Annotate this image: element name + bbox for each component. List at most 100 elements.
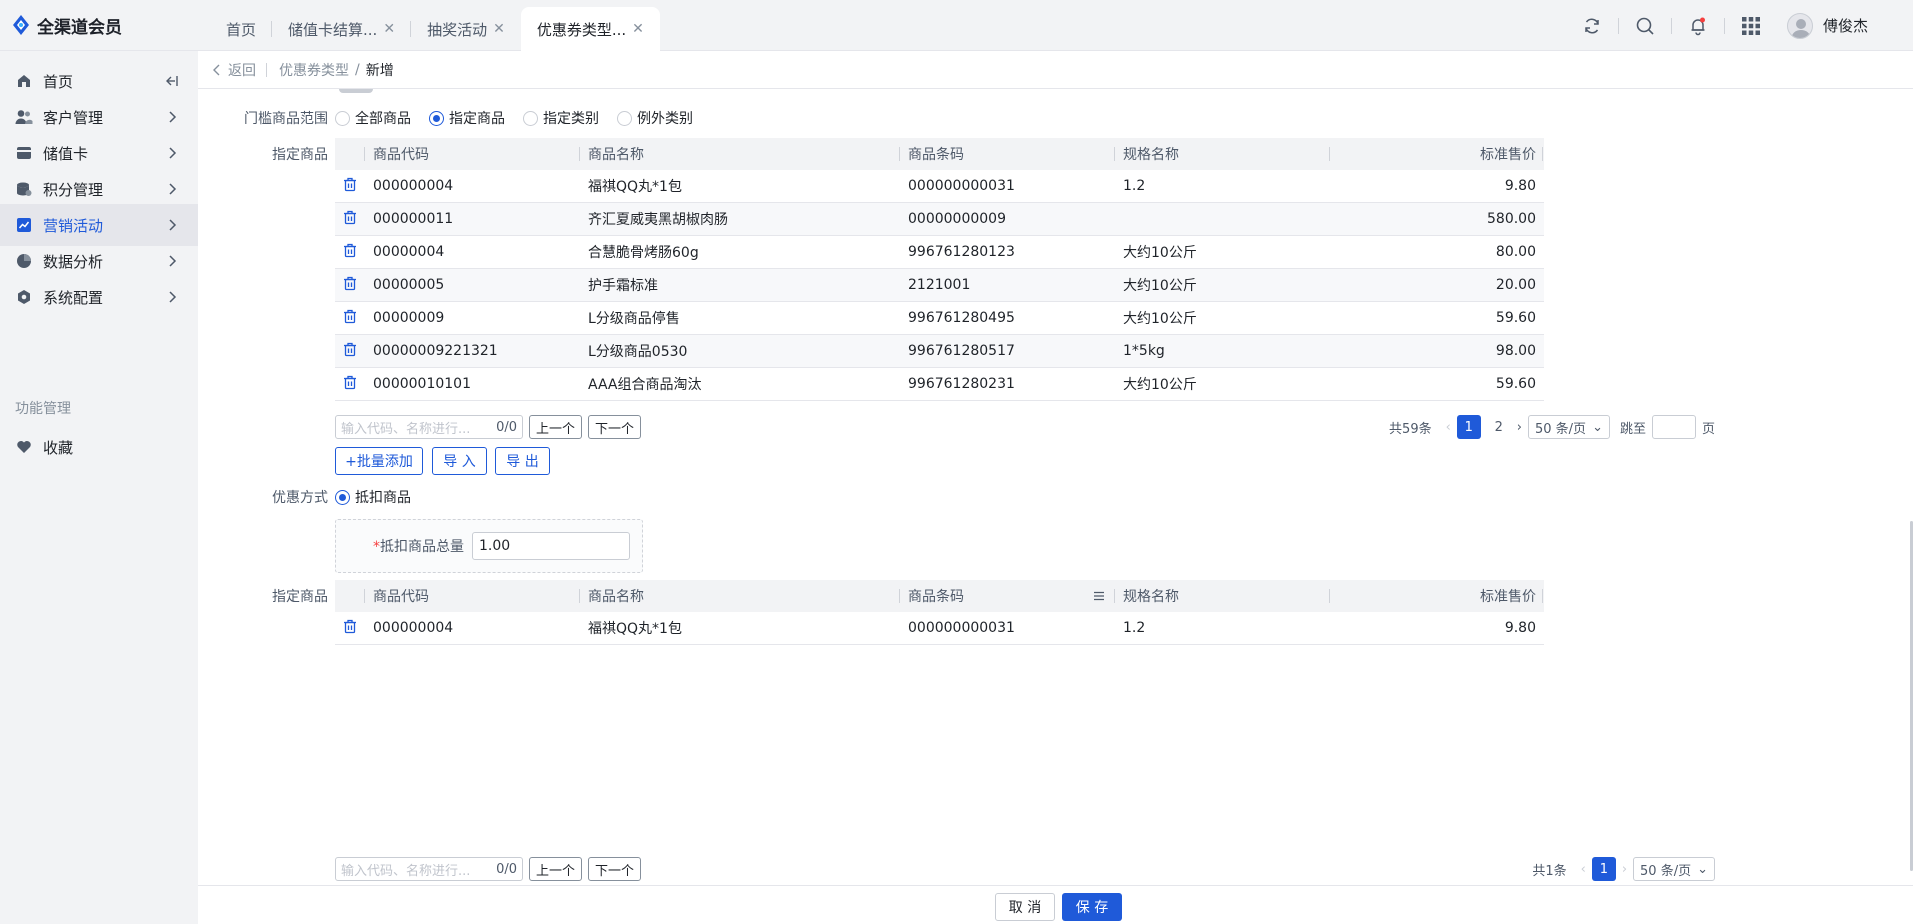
total-count: 共59条: [1389, 421, 1432, 437]
cell-name: L分级商品停售: [588, 311, 680, 327]
next-match-button[interactable]: 下一个: [588, 857, 642, 881]
sidebar-item-system-config[interactable]: 系统配置: [0, 276, 198, 318]
radio-excluded-category[interactable]: 例外类别: [617, 108, 693, 128]
breadcrumb-parent[interactable]: 优惠券类型: [279, 60, 349, 80]
collapse-sidebar-icon[interactable]: [164, 73, 180, 89]
cell-spec: 1.2: [1123, 178, 1146, 194]
apps-grid-icon[interactable]: [1725, 0, 1777, 51]
chevron-right-icon: [169, 219, 177, 231]
jump-input[interactable]: [1651, 415, 1696, 439]
cancel-button[interactable]: 取 消: [995, 893, 1055, 921]
cell-barcode: 996761280123: [908, 244, 1015, 260]
import-button[interactable]: 导 入: [432, 447, 487, 475]
col-header-price[interactable]: 标准售价: [1330, 586, 1544, 606]
chevron-right-icon: [169, 111, 177, 123]
col-header-price[interactable]: 标准售价: [1330, 144, 1544, 164]
deduct-settings-box: *抵扣商品总量 1.00: [335, 519, 643, 573]
col-header-barcode[interactable]: 商品条码: [900, 586, 1115, 606]
next-match-button[interactable]: 下一个: [588, 415, 642, 439]
page-size-select[interactable]: 50 条/页 ⌄: [1633, 857, 1715, 881]
close-icon[interactable]: ✕: [493, 21, 505, 37]
cell-spec: 1.2: [1123, 620, 1146, 636]
back-label: 返回: [228, 62, 256, 79]
delete-icon[interactable]: [343, 243, 357, 262]
deduct-qty-input[interactable]: 1.00: [472, 532, 630, 560]
radio-deduct-products[interactable]: 抵扣商品: [335, 487, 411, 507]
heart-icon: [15, 438, 33, 456]
search-placeholder: 输入代码、名称进行...: [341, 863, 471, 879]
radio-specified-category[interactable]: 指定类别: [523, 108, 599, 128]
cell-name: 合慧脆骨烤肠60g: [588, 245, 699, 261]
cell-barcode: 000000000031: [908, 620, 1015, 636]
products-table: 商品代码 商品名称 商品条码 规格名称 标准售价 000000004 福祺QQ丸*…: [335, 138, 1544, 401]
cell-price: 9.80: [1504, 178, 1536, 194]
delete-icon[interactable]: [343, 177, 357, 196]
delete-icon[interactable]: [343, 619, 357, 638]
col-header-spec[interactable]: 规格名称: [1115, 144, 1330, 164]
cell-spec: 1*5kg: [1123, 343, 1165, 359]
tab-label: 优惠券类型...: [536, 20, 627, 39]
close-icon[interactable]: ✕: [632, 21, 644, 37]
export-button[interactable]: 导 出: [495, 447, 550, 475]
col-header-spec[interactable]: 规格名称: [1115, 586, 1330, 606]
col-header-barcode[interactable]: 商品条码: [900, 144, 1115, 164]
tab-coupon-type[interactable]: 优惠券类型... ✕: [520, 7, 660, 51]
col-header-code[interactable]: 商品代码: [365, 144, 580, 164]
cell-barcode: 996761280231: [908, 376, 1015, 392]
radio-all-products[interactable]: 全部商品: [335, 108, 411, 128]
col-header-code[interactable]: 商品代码: [365, 586, 580, 606]
prev-match-button[interactable]: 上一个: [529, 857, 583, 881]
user-menu[interactable]: 傅俊杰: [1777, 12, 1913, 39]
back-button[interactable]: 返回: [202, 60, 266, 80]
tab-stored-card-settlement[interactable]: 储值卡结算... ✕: [272, 7, 412, 51]
delete-icon[interactable]: [343, 375, 357, 394]
search-input[interactable]: 输入代码、名称进行... 0/0: [335, 857, 523, 881]
refresh-icon[interactable]: [1566, 0, 1618, 51]
chevron-right-icon[interactable]: ›: [1517, 420, 1522, 435]
column-menu-icon[interactable]: [1093, 590, 1105, 602]
radio-specified-products[interactable]: 指定商品: [429, 108, 505, 128]
sidebar-item-label: 数据分析: [43, 252, 104, 271]
sidebar-item-favorites[interactable]: 收藏: [0, 426, 198, 468]
jump-label: 跳至: [1619, 421, 1646, 437]
sidebar-item-label: 储值卡: [43, 144, 89, 163]
save-button[interactable]: 保 存: [1062, 893, 1122, 921]
close-icon[interactable]: ✕: [383, 21, 395, 37]
cell-name: L分级商品0530: [588, 344, 688, 360]
col-header-name[interactable]: 商品名称: [580, 144, 900, 164]
form-footer: 取 消 保 存: [198, 885, 1913, 924]
delete-icon[interactable]: [343, 309, 357, 328]
page-2[interactable]: 2: [1487, 415, 1511, 439]
discount-radio-group: 抵扣商品: [335, 487, 411, 507]
avatar: [1786, 12, 1813, 39]
delete-icon[interactable]: [343, 276, 357, 295]
page-size-value: 50 条/页: [1535, 421, 1587, 437]
chevron-left-icon[interactable]: ‹: [1446, 420, 1451, 435]
page-1[interactable]: 1: [1456, 415, 1481, 439]
threshold-label: 门槛商品范围: [244, 111, 328, 127]
chevron-down-icon: ⌄: [1592, 419, 1603, 435]
chevron-right-icon[interactable]: ›: [1622, 862, 1627, 877]
bell-icon[interactable]: [1672, 0, 1724, 51]
search-count: 0/0: [496, 419, 517, 435]
search-icon[interactable]: [1619, 0, 1671, 51]
tab-label: 抽奖活动: [427, 20, 488, 39]
radio-label: 例外类别: [637, 111, 693, 127]
col-header-name[interactable]: 商品名称: [580, 586, 900, 606]
tab-home[interactable]: 首页: [210, 7, 273, 51]
page-1[interactable]: 1: [1591, 857, 1616, 881]
app-logo[interactable]: 全渠道会员: [11, 13, 122, 38]
prev-match-button[interactable]: 上一个: [529, 415, 583, 439]
search-input[interactable]: 输入代码、名称进行... 0/0: [335, 415, 523, 439]
cell-code: 000000011: [373, 211, 454, 227]
delete-icon[interactable]: [343, 210, 357, 229]
tab-lottery[interactable]: 抽奖活动 ✕: [411, 7, 521, 51]
cell-name: AAA组合商品淘汰: [588, 377, 702, 393]
delete-icon[interactable]: [343, 342, 357, 361]
table-header: 商品代码 商品名称 商品条码 规格名称 标准售价: [335, 580, 1544, 612]
page-size-select[interactable]: 50 条/页 ⌄: [1528, 415, 1610, 439]
threshold-radio-group: 全部商品 指定商品 指定类别 例外类别: [335, 108, 693, 128]
toggle-switch[interactable]: [339, 89, 373, 93]
chevron-left-icon[interactable]: ‹: [1581, 862, 1586, 877]
batch-add-button[interactable]: +批量添加: [335, 447, 423, 475]
